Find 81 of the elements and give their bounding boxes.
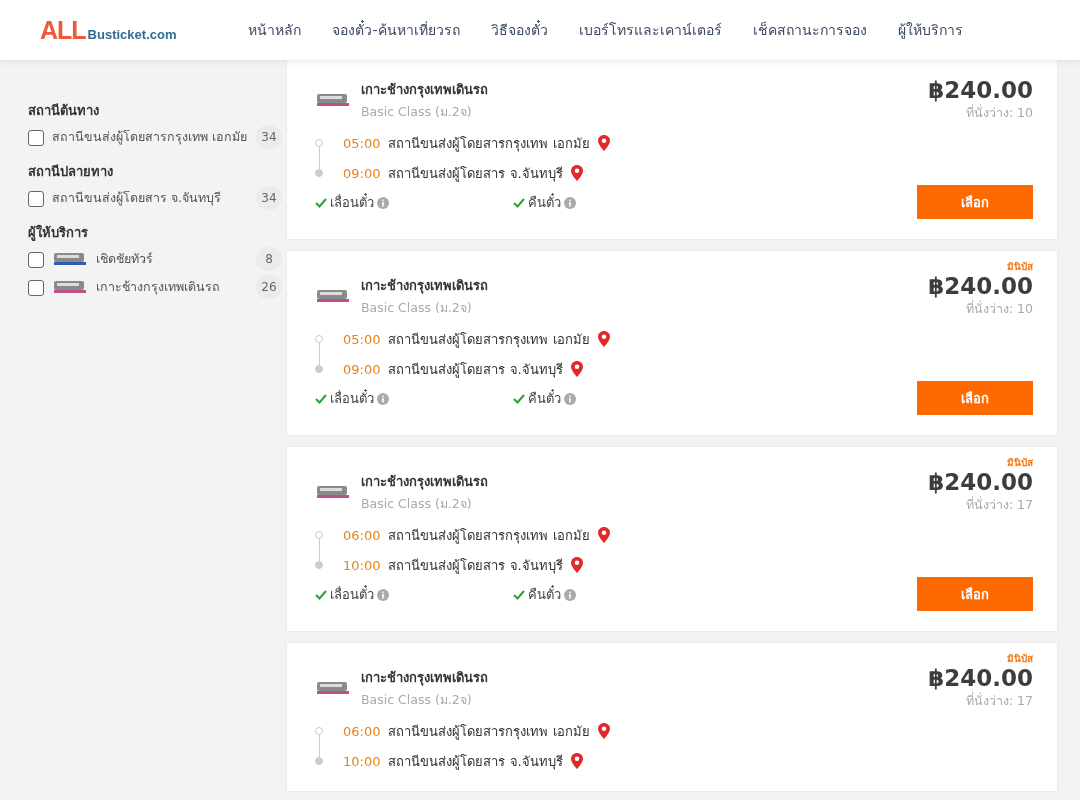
filter-option-label[interactable]: สถานีขนส่งผู้โดยสาร จ.จันทบุรี: [52, 187, 248, 208]
info-icon[interactable]: [564, 588, 576, 601]
map-pin-icon: [570, 361, 583, 377]
operator-name: เกาะช้างกรุงเทพเดินรถ: [361, 668, 488, 688]
station-name: สถานีขนส่งผู้โดยสาร จ.จันทบุรี: [388, 752, 563, 772]
bus-class: Basic Class (ม.2จ): [361, 494, 473, 513]
price: ฿240.00: [928, 77, 1033, 103]
count-badge: 8: [256, 247, 282, 271]
map-pin-icon: [597, 331, 610, 347]
feature-label: คืนตั๋ว: [528, 388, 561, 408]
station-name: สถานีขนส่งผู้โดยสาร จ.จันทบุรี: [388, 164, 563, 184]
bus-icon: [315, 288, 351, 304]
nav-link[interactable]: หน้าหลัก: [248, 19, 302, 41]
seats-available: ที่นั่งว่าง: 17: [964, 691, 1033, 710]
stop-time: 10:00: [343, 753, 381, 769]
checkbox[interactable]: [28, 252, 44, 268]
seats-available: ที่นั่งว่าง: 10: [964, 103, 1033, 122]
bus-icon: [315, 484, 351, 500]
filter-option-label[interactable]: สถานีขนส่งผู้โดยสารกรุงเทพ เอกมัย: [52, 126, 248, 147]
checkbox[interactable]: [28, 130, 44, 146]
nav-link[interactable]: วิธีจองตั๋ว: [490, 19, 548, 41]
filter-option-label[interactable]: เชิดชัยทัวร์: [96, 248, 248, 269]
bus-type-label: มินิบัส: [1007, 261, 1033, 272]
bus-class: Basic Class (ม.2จ): [361, 690, 473, 709]
filter-option-label[interactable]: เกาะช้างกรุงเทพเดินรถ: [96, 276, 248, 297]
bus-class: Basic Class (ม.2จ): [361, 298, 473, 317]
price: ฿240.00: [928, 273, 1033, 299]
stop-time: 10:00: [343, 557, 381, 573]
filter-heading: ผู้ให้บริการ: [28, 223, 89, 243]
info-icon[interactable]: [564, 392, 576, 405]
map-pin-icon: [570, 165, 583, 181]
nav-link[interactable]: เช็คสถานะการจอง: [752, 19, 867, 41]
station-name: สถานีขนส่งผู้โดยสารกรุงเทพ เอกมัย: [388, 526, 590, 546]
stop-time: 06:00: [343, 527, 381, 543]
bus-icon: [315, 92, 351, 108]
feature-label: คืนตั๋ว: [528, 584, 561, 604]
info-icon[interactable]: [564, 196, 576, 209]
operator-name: เกาะช้างกรุงเทพเดินรถ: [361, 80, 488, 100]
filter-heading: สถานีต้นทาง: [28, 102, 100, 120]
count-badge: 26: [256, 275, 282, 299]
stop-time: 05:00: [343, 331, 381, 347]
count-badge: 34: [256, 186, 282, 210]
map-pin-icon: [597, 723, 610, 739]
nav-link[interactable]: จองตั๋ว-ค้นหาเที่ยวรถ: [332, 19, 460, 41]
stop-time: 09:00: [343, 361, 381, 377]
map-pin-icon: [570, 557, 583, 573]
stop-time: 06:00: [343, 723, 381, 739]
seats-available: ที่นั่งว่าง: 17: [964, 495, 1033, 514]
operator-name: เกาะช้างกรุงเทพเดินรถ: [361, 276, 488, 296]
station-name: สถานีขนส่งผู้โดยสารกรุงเทพ เอกมัย: [388, 330, 590, 350]
stop-time: 05:00: [343, 135, 381, 151]
filter-heading: สถานีปลายทาง: [28, 163, 114, 181]
logo-domain[interactable]: Busticket.com: [87, 26, 177, 42]
station-name: สถานีขนส่งผู้โดยสารกรุงเทพ เอกมัย: [388, 722, 590, 742]
bus-type-label: มินิบัส: [1007, 653, 1033, 664]
map-pin-icon: [597, 527, 610, 543]
price: ฿240.00: [928, 469, 1033, 495]
feature-label: เลื่อนตั๋ว: [330, 192, 374, 212]
station-name: สถานีขนส่งผู้โดยสาร จ.จันทบุรี: [388, 556, 563, 576]
info-icon[interactable]: [377, 196, 389, 209]
feature-label: คืนตั๋ว: [528, 192, 561, 212]
bus-class: Basic Class (ม.2จ): [361, 102, 473, 121]
feature-label: เลื่อนตั๋ว: [330, 388, 374, 408]
price: ฿240.00: [928, 665, 1033, 691]
feature-label: เลื่อนตั๋ว: [330, 584, 374, 604]
map-pin-icon: [570, 753, 583, 769]
checkbox[interactable]: [28, 280, 44, 296]
bus-type-label: มินิบัส: [1007, 457, 1033, 468]
bus-icon: [315, 680, 351, 696]
checkbox[interactable]: [28, 191, 44, 207]
nav-link[interactable]: ผู้ให้บริการ: [897, 19, 963, 41]
info-icon[interactable]: [377, 392, 389, 405]
operator-name: เกาะช้างกรุงเทพเดินรถ: [361, 472, 488, 492]
stop-time: 09:00: [343, 165, 381, 181]
nav-link[interactable]: เบอร์โทรและเคาน์เตอร์: [578, 19, 722, 41]
info-icon[interactable]: [377, 588, 389, 601]
station-name: สถานีขนส่งผู้โดยสาร จ.จันทบุรี: [388, 360, 563, 380]
seats-available: ที่นั่งว่าง: 10: [964, 299, 1033, 318]
count-badge: 34: [256, 125, 282, 149]
map-pin-icon: [597, 135, 610, 151]
station-name: สถานีขนส่งผู้โดยสารกรุงเทพ เอกมัย: [388, 134, 590, 154]
